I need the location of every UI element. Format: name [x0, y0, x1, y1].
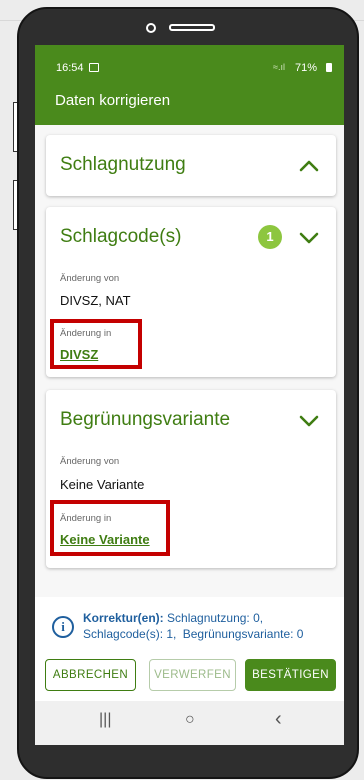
to-label: Änderung in [60, 513, 112, 524]
phone-screen: 16:54 ≈.ıl 71% Daten korrigieren Schlagn… [35, 45, 344, 745]
card-title-begruenung: Begrünungsvariante [60, 409, 231, 430]
discard-button[interactable]: VERWERFEN [149, 659, 236, 691]
footer: i Korrektur(en): Schlagnutzung: 0, Schla… [35, 597, 344, 745]
status-time: 16:54 [56, 62, 84, 74]
summary-line2a: Schlagcode(s): 1, [83, 627, 177, 641]
change-count-badge: 1 [258, 225, 282, 249]
card-begruenung[interactable]: Begrünungsvariante Änderung von Keine Va… [46, 390, 336, 568]
card-schlagnutzung[interactable]: Schlagnutzung [46, 135, 336, 196]
system-nav-bar: ||| ○ ‹ [35, 701, 344, 745]
app-bar: Daten korrigieren [35, 77, 344, 125]
from-value: DIVSZ, NAT [60, 293, 131, 308]
battery-icon [326, 63, 332, 72]
card-schlagcode[interactable]: Schlagcode(s) 1 Änderung von DIVSZ, NAT … [46, 207, 336, 377]
card-title-schlagnutzung: Schlagnutzung [60, 154, 186, 175]
from-label: Änderung von [60, 456, 120, 467]
signal-icon: ≈.ıl [273, 62, 285, 72]
info-icon: i [52, 616, 74, 638]
to-label: Änderung in [60, 328, 112, 339]
highlight-box [50, 500, 170, 556]
corrections-list[interactable]: Schlagnutzung Schlagcode(s) 1 Änderung v… [35, 125, 344, 597]
from-label: Änderung von [60, 273, 120, 284]
corrections-summary: Korrektur(en): Schlagnutzung: 0, Schlagc… [83, 610, 341, 642]
camera-icon [146, 23, 156, 33]
to-value-link[interactable]: Keine Variante [60, 532, 150, 547]
summary-line2b: Begrünungsvariante: 0 [182, 627, 304, 641]
chevron-up-icon[interactable] [298, 159, 320, 173]
cancel-button[interactable]: ABBRECHEN [45, 659, 136, 691]
recents-icon[interactable]: ||| [99, 711, 111, 729]
to-value-link[interactable]: DIVSZ [60, 347, 98, 362]
status-bar: 16:54 ≈.ıl 71% [35, 45, 344, 77]
card-title-schlagcode: Schlagcode(s) [60, 226, 182, 247]
summary-line1: Schlagnutzung: 0, [167, 611, 264, 625]
speaker-grille [169, 24, 215, 31]
summary-prefix: Korrektur(en): [83, 611, 164, 625]
page-title: Daten korrigieren [55, 92, 171, 109]
image-notification-icon [89, 63, 99, 72]
back-icon[interactable]: ‹ [275, 708, 282, 731]
battery-level: 71% [295, 62, 318, 74]
home-icon[interactable]: ○ [185, 711, 195, 729]
chevron-down-icon[interactable] [298, 414, 320, 428]
confirm-button[interactable]: BESTÄTIGEN [245, 659, 336, 691]
from-value: Keine Variante [60, 477, 145, 492]
chevron-down-icon[interactable] [298, 231, 320, 245]
